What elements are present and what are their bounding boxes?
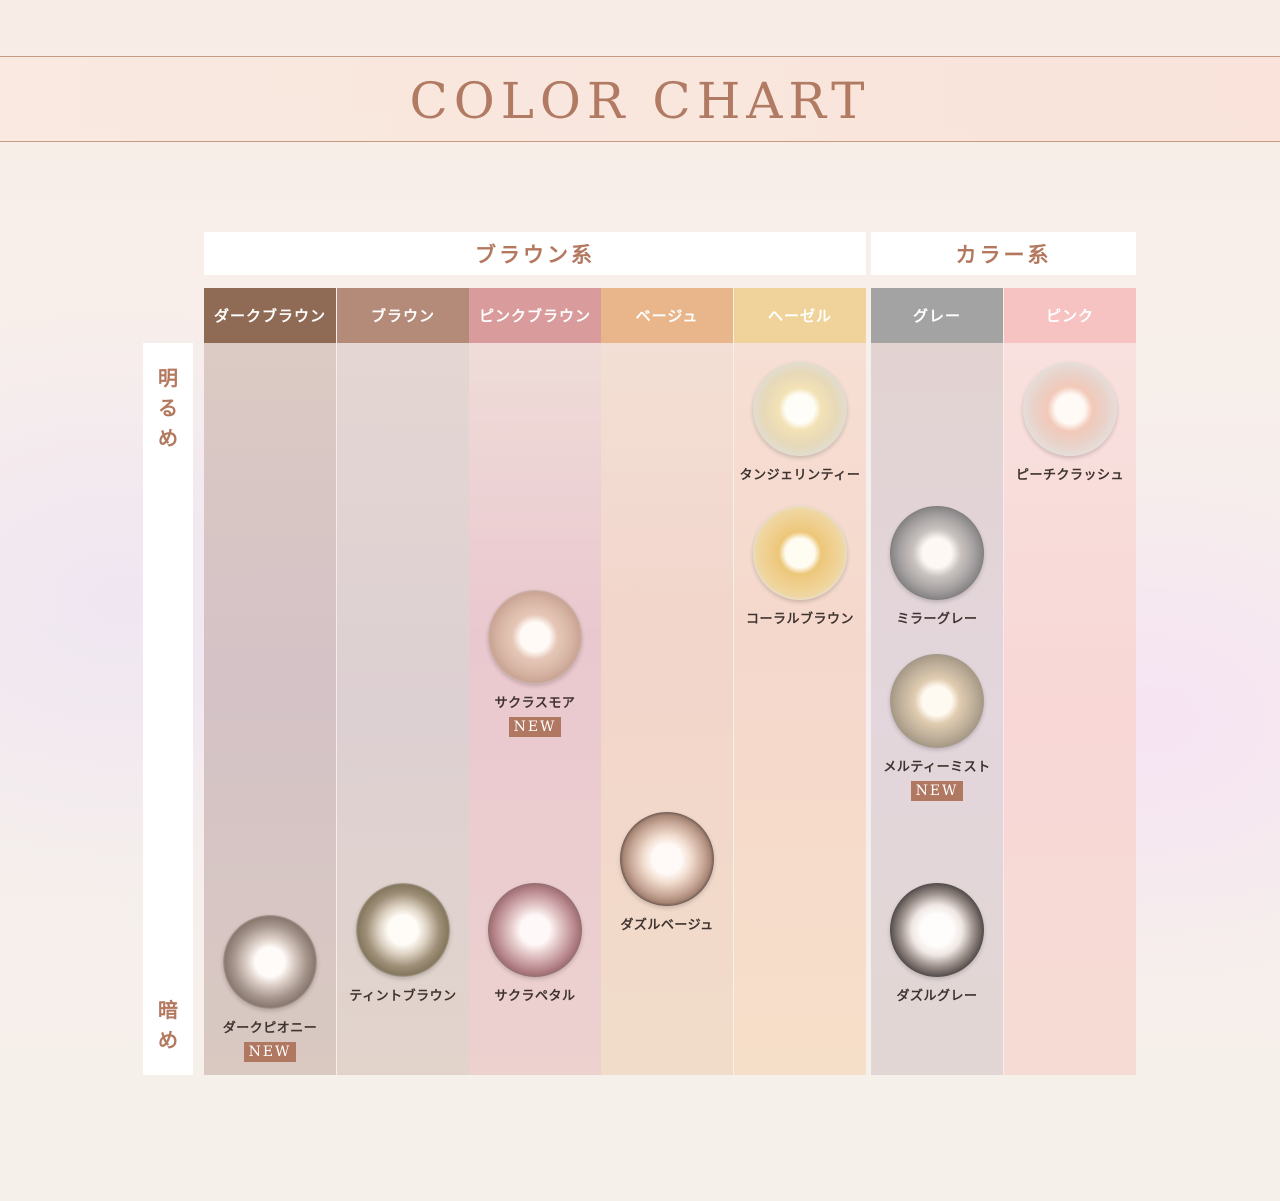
lens-image [890,883,984,977]
new-badge: NEW [508,717,562,737]
lens-coral-brown[interactable]: コーラルブラウン [734,506,866,627]
lens-dazzle-beige[interactable]: ダズルベージュ [601,812,733,933]
lens-name: コーラルブラウン [745,612,854,627]
lens-image [1023,362,1117,456]
column-header-brown: ブラウン [337,288,469,343]
lens-image [356,883,450,977]
lens-sakura-smore[interactable]: サクラスモア NEW [469,590,601,737]
axis-dark-label: 暗め [158,998,178,1052]
lens-melty-mist[interactable]: メルティーミスト NEW [871,654,1003,801]
lens-sakura-petal[interactable]: サクラペタル [469,883,601,1004]
column-header-hazel: ヘーゼル [734,288,866,343]
lens-image [753,362,847,456]
lens-name: ダズルグレー [896,989,978,1004]
lens-image [488,883,582,977]
column-header-gray: グレー [871,288,1003,343]
new-badge: NEW [243,1042,297,1062]
brightness-axis: 明るめ 暗め [143,343,193,1075]
column-header-pink: ピンク [1004,288,1136,343]
lens-name: メルティーミスト [883,760,991,775]
lens-name: ミラーグレー [896,612,978,627]
lens-image [223,915,317,1009]
column-body-beige [601,343,733,1075]
lens-name: ダークピオニー [222,1021,318,1036]
lens-image [488,590,582,684]
lens-tint-brown[interactable]: ティントブラウン [337,883,469,1004]
lens-name: ダズルベージュ [620,918,714,933]
lens-image [620,812,714,906]
lens-peach-crush[interactable]: ピーチクラッシュ [1004,362,1136,483]
lens-name: ピーチクラッシュ [1015,468,1124,483]
column-header-dark-brown: ダークブラウン [204,288,336,343]
group-header-color: カラー系 [871,232,1136,275]
page-title: COLOR CHART [409,72,871,130]
lens-name: サクラペタル [494,989,576,1004]
lens-image [753,506,847,600]
lens-dark-peony[interactable]: ダークピオニー NEW [204,915,336,1062]
lens-image [890,654,984,748]
lens-tangerine-tea[interactable]: タンジェリンティー [734,362,866,483]
lens-name: サクラスモア [494,696,576,711]
lens-image [890,506,984,600]
group-header-brown: ブラウン系 [204,232,866,275]
lens-name: ティントブラウン [349,989,457,1004]
axis-light-label: 明るめ [158,366,178,450]
lens-name: タンジェリンティー [739,468,861,483]
lens-mirror-gray[interactable]: ミラーグレー [871,506,1003,627]
lens-dazzle-gray[interactable]: ダズルグレー [871,883,1003,1004]
new-badge: NEW [910,781,964,801]
column-header-beige: ベージュ [601,288,733,343]
column-header-pink-brown: ピンクブラウン [469,288,601,343]
